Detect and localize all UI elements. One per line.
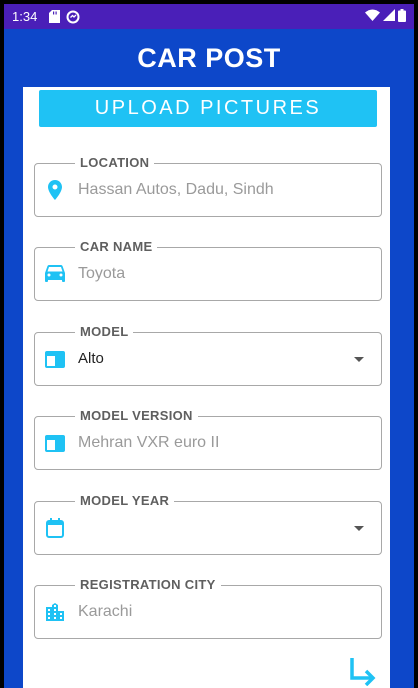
location-field[interactable]: LOCATION Hassan Autos, Dadu, Sindh (34, 155, 382, 217)
upload-pictures-button[interactable]: UPLOAD PICTURES (39, 90, 377, 127)
model-version-value: Mehran VXR euro II (78, 434, 220, 451)
arrow-icon[interactable] (349, 656, 379, 688)
calendar-icon (44, 517, 66, 539)
car-name-label: CAR NAME (75, 239, 158, 254)
city-icon (44, 601, 66, 623)
data-saver-icon (66, 10, 80, 24)
signal-icon (383, 9, 395, 24)
location-label: LOCATION (75, 155, 155, 170)
model-value: Alto (78, 350, 104, 367)
car-icon (44, 263, 66, 285)
model-label: MODEL (75, 324, 134, 339)
card-icon (44, 432, 66, 454)
model-version-label: MODEL VERSION (75, 408, 198, 423)
phone-screen: 1:34 CAR POST UPLOAD PICTURES LOCATION H… (4, 4, 414, 688)
registration-city-value: Karachi (78, 603, 133, 620)
model-year-label: MODEL YEAR (75, 493, 175, 508)
car-name-value: Toyota (78, 265, 126, 282)
chevron-down-icon[interactable] (354, 357, 364, 362)
registration-city-field[interactable]: REGISTRATION CITY Karachi (34, 577, 382, 639)
model-dropdown[interactable]: MODEL Alto (34, 324, 382, 386)
sd-card-icon (49, 10, 61, 23)
page-title: CAR POST (137, 42, 281, 73)
status-bar: 1:34 (4, 4, 414, 29)
model-version-field[interactable]: MODEL VERSION Mehran VXR euro II (34, 408, 382, 470)
location-pin-icon (44, 179, 66, 201)
battery-icon (398, 8, 406, 25)
location-value: Hassan Autos, Dadu, Sindh (78, 181, 274, 198)
app-bar: CAR POST (4, 29, 414, 87)
card-icon (44, 348, 66, 370)
left-edge-strip (4, 87, 23, 688)
registration-city-label: REGISTRATION CITY (75, 577, 221, 592)
model-year-dropdown[interactable]: MODEL YEAR (34, 493, 382, 555)
right-edge-strip (390, 87, 414, 688)
wifi-icon (365, 9, 380, 24)
car-name-field[interactable]: CAR NAME Toyota (34, 239, 382, 301)
status-time: 1:34 (12, 9, 38, 24)
chevron-down-icon[interactable] (354, 526, 364, 531)
